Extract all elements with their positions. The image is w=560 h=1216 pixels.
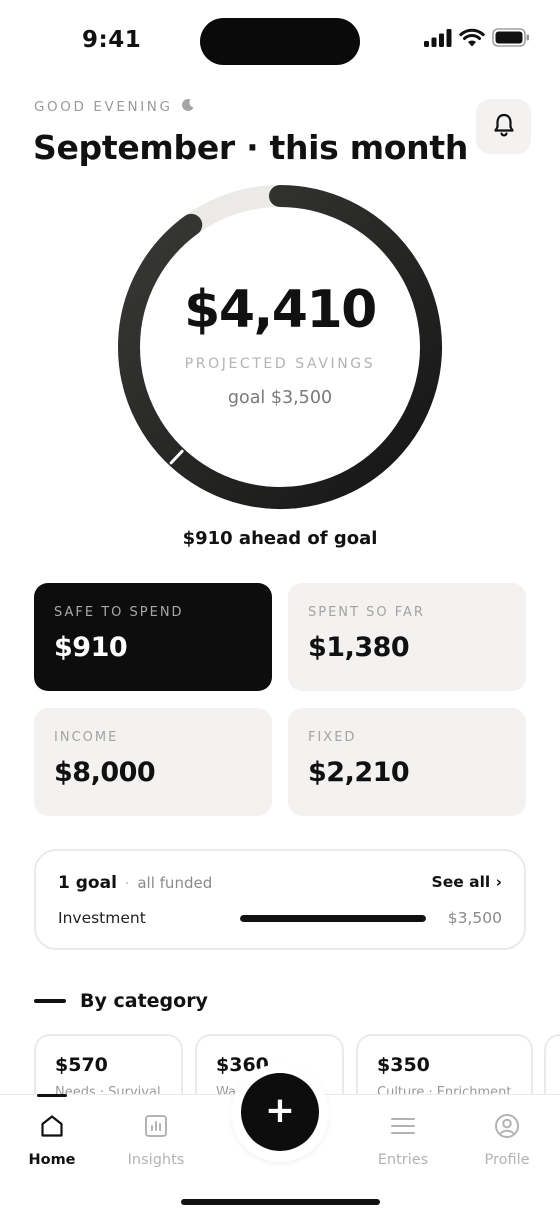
- card-label: INCOME: [54, 730, 119, 745]
- moon-icon: [181, 98, 195, 116]
- card-value: $8,000: [54, 757, 156, 788]
- ring-center: $4,410 PROJECTED SAVINGS goal $3,500: [110, 177, 450, 517]
- wifi-icon: [459, 28, 485, 51]
- profile-icon: [494, 1113, 520, 1143]
- category-amount: $350: [377, 1054, 430, 1076]
- category-header: By category: [34, 990, 208, 1012]
- tab-label: Home: [28, 1152, 76, 1168]
- status-time: 9:41: [82, 27, 142, 53]
- active-tab-indicator: [37, 1094, 67, 1097]
- goal-amount: $3,500: [447, 909, 502, 927]
- home-indicator: [181, 1199, 380, 1205]
- tab-label: Entries: [377, 1152, 429, 1168]
- status-bar: 9:41: [0, 0, 560, 84]
- category-dash: [34, 999, 66, 1003]
- projected-savings-amount: $4,410: [184, 280, 377, 340]
- category-title: By category: [80, 990, 208, 1012]
- battery-icon: [492, 28, 530, 51]
- tab-insights[interactable]: Insights: [111, 1113, 201, 1168]
- greeting: GOOD EVENING: [34, 98, 195, 116]
- card-value: $2,210: [308, 757, 410, 788]
- tab-label: Insights: [127, 1152, 185, 1168]
- see-all-link[interactable]: See all ›: [432, 873, 502, 891]
- tab-profile[interactable]: Profile: [462, 1113, 552, 1168]
- card-label: FIXED: [308, 730, 357, 745]
- goal-separator: ·: [124, 876, 130, 892]
- ahead-of-goal: $910 ahead of goal: [182, 528, 378, 549]
- tab-home[interactable]: Home: [7, 1113, 97, 1168]
- tab-label: Profile: [484, 1152, 530, 1168]
- goals-panel[interactable]: 1 goal · all funded See all › Investment…: [34, 849, 526, 950]
- savings-goal: goal $3,500: [227, 388, 333, 408]
- signal-icon: [424, 28, 452, 51]
- page-title: September · this month: [33, 128, 469, 167]
- bell-icon: [492, 112, 516, 142]
- dynamic-island: [200, 18, 360, 65]
- card-value: $910: [54, 632, 128, 663]
- goal-name: Investment: [58, 909, 146, 927]
- category-amount: $570: [55, 1054, 108, 1076]
- savings-ring: $4,410 PROJECTED SAVINGS goal $3,500: [110, 177, 450, 517]
- goal-status: all funded: [137, 874, 213, 892]
- spent-so-far-card[interactable]: SPENT SO FAR $1,380: [288, 583, 526, 691]
- status-icons: [424, 28, 530, 51]
- safe-to-spend-card[interactable]: SAFE TO SPEND $910: [34, 583, 272, 691]
- card-label: SPENT SO FAR: [308, 605, 425, 620]
- projected-savings-label: PROJECTED SAVINGS: [184, 356, 376, 372]
- chart-icon: [143, 1113, 169, 1143]
- card-label: SAFE TO SPEND: [54, 605, 184, 620]
- card-value: $1,380: [308, 632, 410, 663]
- list-icon: [390, 1113, 416, 1143]
- tab-entries[interactable]: Entries: [358, 1113, 448, 1168]
- home-icon: [39, 1113, 65, 1143]
- greeting-text: GOOD EVENING: [34, 99, 173, 115]
- income-card[interactable]: INCOME $8,000: [34, 708, 272, 816]
- goal-progress-fill: [240, 915, 426, 922]
- plus-icon: +: [264, 1089, 296, 1131]
- goal-progress-bar: [240, 915, 426, 922]
- fixed-card[interactable]: FIXED $2,210: [288, 708, 526, 816]
- add-entry-button[interactable]: +: [241, 1073, 319, 1151]
- goal-count: 1 goal: [58, 873, 117, 893]
- goals-header: 1 goal · all funded: [58, 873, 212, 893]
- notifications-button[interactable]: [476, 99, 531, 154]
